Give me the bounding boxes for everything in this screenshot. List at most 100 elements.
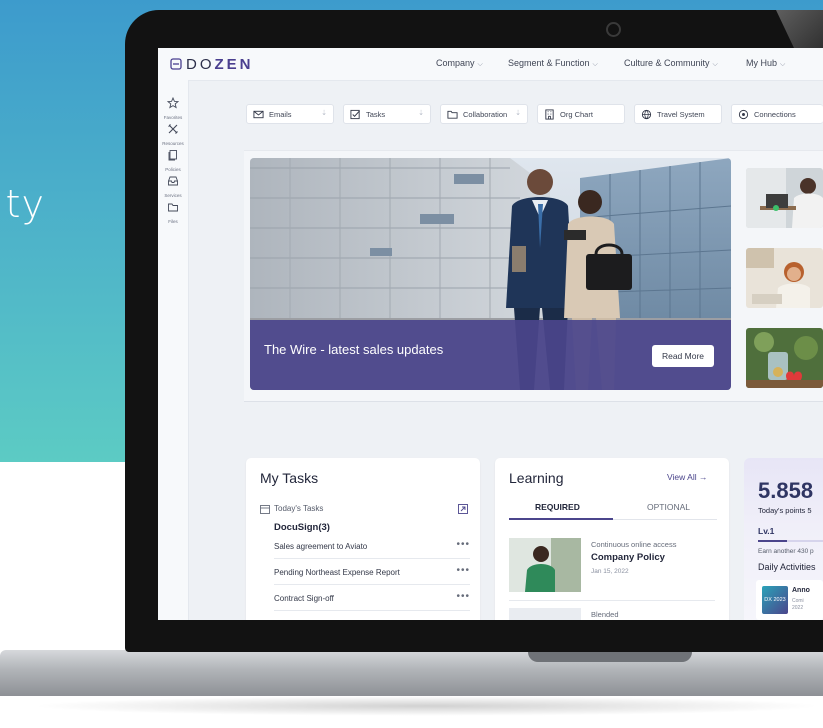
quick-link-collaboration[interactable]: Collaboration ⇣ — [440, 104, 528, 124]
more-options-icon[interactable]: ••• — [456, 591, 470, 602]
pin-icon[interactable]: ⇣ — [515, 109, 521, 117]
connections-icon — [738, 109, 749, 120]
folder-icon — [447, 110, 458, 119]
task-row[interactable]: Sales agreement to Aviato ••• — [274, 538, 470, 559]
logo-mark-icon — [170, 58, 182, 70]
todays-tasks-label: Today's Tasks — [274, 504, 324, 513]
my-tasks-title: My Tasks — [260, 470, 319, 486]
nav-my-hub[interactable]: My Hub ⌵ — [746, 58, 785, 69]
course-date: Jan 15, 2022 — [591, 568, 629, 575]
star-icon — [166, 96, 180, 109]
course-divider — [509, 600, 715, 601]
app-screen: DOZEN Company ⌵ Segment & Function ⌵ Cultu… — [158, 48, 823, 620]
tab-required[interactable]: REQUIRED — [535, 502, 580, 512]
quick-link-label: Travel System — [657, 110, 705, 119]
sidebar-item-services[interactable]: Services — [158, 174, 188, 198]
read-more-button[interactable]: Read More — [652, 345, 714, 367]
learning-title: Learning — [509, 470, 564, 486]
nav-segment-function[interactable]: Segment & Function ⌵ — [508, 58, 598, 69]
level-progress-fill — [758, 540, 788, 542]
laptop-base — [0, 650, 823, 696]
task-label: Pending Northeast Expense Report — [274, 568, 400, 577]
documents-icon — [168, 150, 177, 161]
quick-link-label: Connections — [754, 110, 796, 119]
folder-icon — [168, 203, 178, 212]
my-tasks-card: My Tasks Today's Tasks DocuSign(3) Sales… — [246, 458, 480, 620]
hero-title: The Wire - latest sales updates — [264, 342, 444, 357]
checkbox-icon — [350, 109, 360, 120]
course-kind: Continuous online access — [591, 540, 677, 549]
sidebar-label: Resources — [162, 141, 184, 146]
earn-points-text: Earn another 430 p — [758, 548, 814, 555]
background-headline: ity — [0, 182, 45, 226]
logo-accent: ZEN — [214, 56, 254, 73]
quick-link-emails[interactable]: Emails ⇣ — [246, 104, 334, 124]
quick-link-connections[interactable]: Connections — [731, 104, 823, 124]
nav-company[interactable]: Company ⌵ — [436, 58, 483, 69]
sidebar-item-favorites[interactable]: Favorites — [158, 96, 188, 120]
top-navigation-bar: DOZEN Company ⌵ Segment & Function ⌵ Cultu… — [158, 48, 823, 81]
sidebar-item-files[interactable]: Files — [158, 200, 188, 224]
chevron-down-icon: ⌵ — [592, 61, 598, 68]
nav-label: Segment & Function — [508, 58, 590, 68]
hero-caption: The Wire - latest sales updates Read Mor… — [250, 320, 731, 390]
pin-icon[interactable]: ⇣ — [321, 109, 327, 117]
activity-year: 2022 — [792, 605, 804, 611]
news-thumbnail-3[interactable] — [746, 328, 823, 388]
course-name[interactable]: Company Policy — [591, 552, 665, 563]
quick-link-org-chart[interactable]: Org Chart — [537, 104, 625, 124]
task-row[interactable]: Pending Northeast Expense Report ••• — [274, 564, 470, 585]
quick-link-label: Emails — [269, 110, 292, 119]
sidebar-item-resources[interactable]: Resources — [158, 122, 188, 146]
mail-icon — [253, 110, 264, 119]
globe-icon — [641, 109, 652, 120]
calendar-icon — [260, 505, 270, 514]
sidebar-label: Favorites — [163, 115, 183, 120]
active-tab-underline — [509, 518, 613, 520]
view-all-link[interactable]: View All → — [667, 472, 707, 482]
quick-link-label: Collaboration — [463, 110, 508, 119]
chevron-down-icon: ⌵ — [477, 61, 483, 68]
dx2023-badge: DX 2023 — [762, 586, 788, 614]
tab-optional[interactable]: OPTIONAL — [647, 502, 690, 512]
logo-prefix: DO — [186, 56, 215, 73]
left-sidebar: Favorites Resources Policies Services Fi… — [158, 80, 189, 620]
chevron-down-icon: ⌵ — [712, 61, 718, 68]
quick-link-label: Tasks — [366, 110, 386, 119]
quick-link-travel-system[interactable]: Travel System — [634, 104, 722, 124]
nav-label: Culture & Community — [624, 58, 710, 68]
news-thumbnail-1[interactable] — [746, 168, 823, 228]
tools-icon — [168, 124, 178, 134]
task-group-title: DocuSign(3) — [274, 522, 330, 533]
nav-culture-community[interactable]: Culture & Community ⌵ — [624, 58, 718, 69]
learning-card: Learning View All → REQUIRED OPTIONAL Co… — [495, 458, 729, 620]
sidebar-item-policies[interactable]: Policies — [158, 148, 188, 172]
next-course-thumbnail[interactable] — [509, 608, 581, 620]
dozen-logo[interactable]: DOZEN — [170, 56, 254, 73]
level-label: Lv.1 — [758, 526, 775, 536]
tray-icon — [168, 176, 178, 186]
more-options-icon[interactable]: ••• — [456, 565, 470, 576]
quick-link-label: Org Chart — [560, 110, 593, 119]
activity-title: Anno — [792, 587, 810, 594]
points-value: 5.858 — [758, 478, 814, 503]
thumbnail-photo — [746, 248, 823, 308]
sidebar-label: Files — [168, 219, 178, 224]
laptop-shadow — [30, 696, 823, 716]
task-row[interactable]: Contract Sign-off ••• — [274, 590, 470, 611]
next-course-kind: Blended — [591, 610, 619, 619]
points-card: 5.858 Today's points 5 Lv.1 Earn another… — [744, 458, 823, 620]
more-options-icon[interactable]: ••• — [456, 539, 470, 550]
course-thumbnail[interactable] — [509, 538, 581, 592]
activity-card[interactable]: DX 2023 Anno Comi 2022 — [756, 580, 823, 620]
news-thumbnail-2[interactable] — [746, 248, 823, 308]
hero-banner[interactable]: The Wire - latest sales updates Read Mor… — [250, 158, 731, 390]
sidebar-label: Services — [164, 193, 182, 198]
nav-label: Company — [436, 58, 475, 68]
activity-subtitle: Comi — [792, 598, 804, 604]
pin-icon[interactable]: ⇣ — [418, 109, 424, 117]
daily-activities-title: Daily Activities — [758, 562, 816, 572]
quick-link-tasks[interactable]: Tasks ⇣ — [343, 104, 431, 124]
building-icon — [545, 109, 554, 120]
expand-icon[interactable] — [458, 504, 468, 514]
